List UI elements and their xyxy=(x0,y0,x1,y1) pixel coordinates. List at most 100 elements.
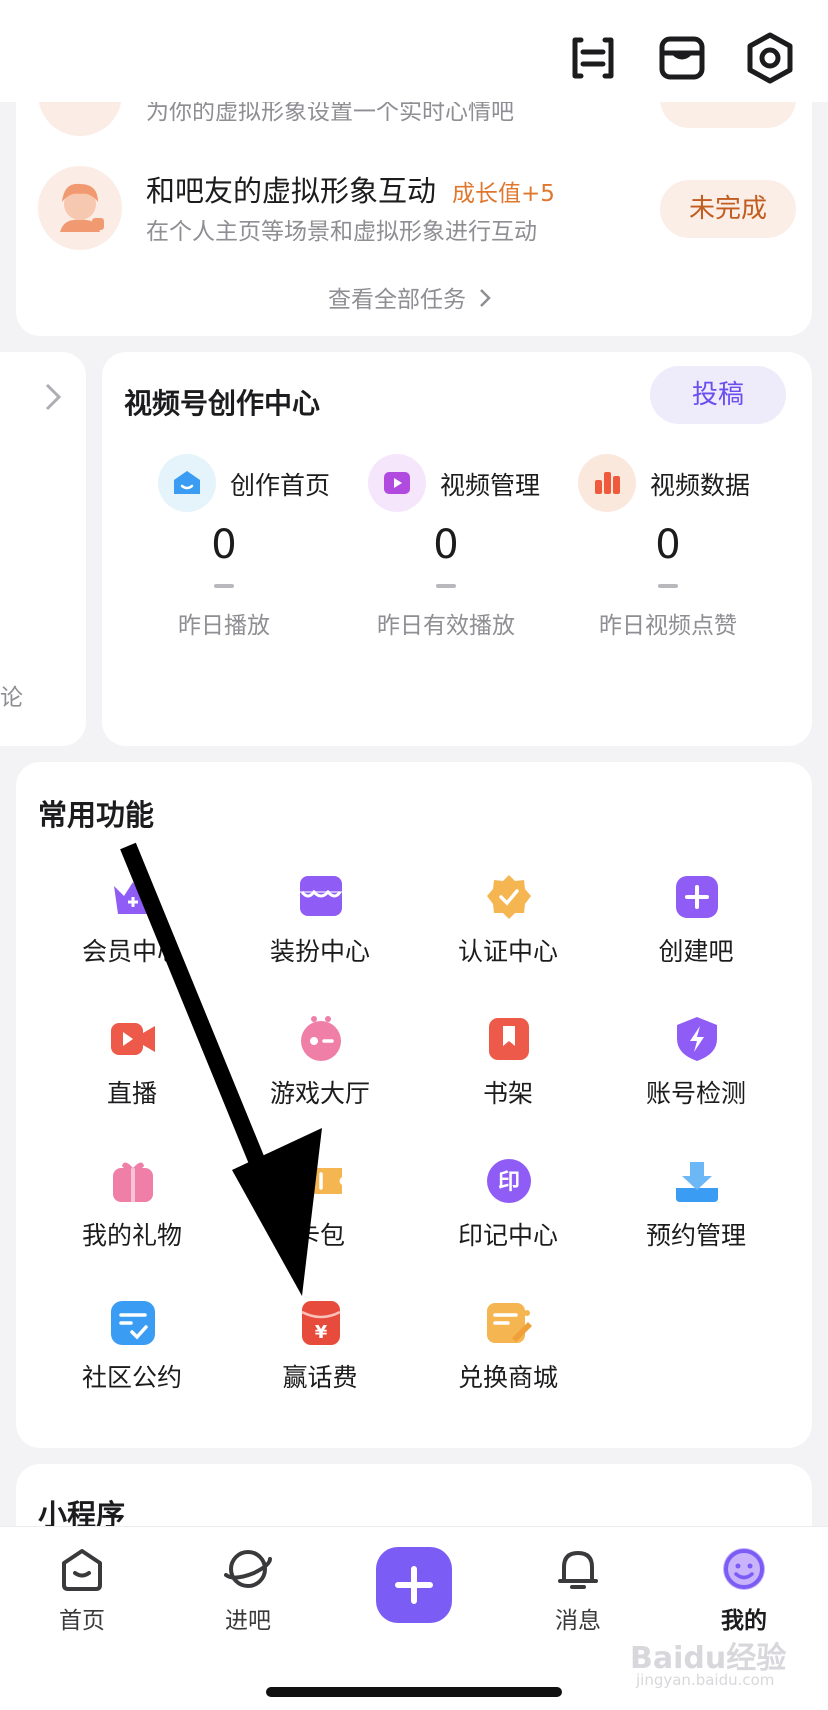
stat-divider xyxy=(214,584,234,588)
feature-member-center[interactable]: 会员中心 xyxy=(38,874,226,994)
feature-exchange-mall[interactable]: 兑换商城 xyxy=(414,1300,602,1420)
bottom-navigation: 首页 进吧 消息 我的 Baidu经验 jingyan.baidu.com xyxy=(0,1526,828,1710)
nav-home[interactable]: 首页 xyxy=(22,1545,142,1645)
feature-win-phone-credit[interactable]: ¥ 赢话费 xyxy=(226,1300,414,1420)
feature-account-check[interactable]: 账号检测 xyxy=(602,1016,790,1136)
left-partial-card[interactable]: 论 xyxy=(0,352,86,746)
stat-value: 0 xyxy=(211,522,237,568)
submit-button[interactable]: 投稿 xyxy=(650,366,786,424)
svg-text:¥: ¥ xyxy=(315,1322,328,1343)
feature-card-wallet[interactable]: 卡包 xyxy=(226,1158,414,1278)
stat-divider xyxy=(658,584,678,588)
feature-label: 装扮中心 xyxy=(269,937,370,966)
section-title: 常用功能 xyxy=(38,798,155,832)
chevron-right-icon xyxy=(44,382,62,416)
home-indicator[interactable] xyxy=(266,1687,562,1697)
stat-label: 昨日有效播放 xyxy=(377,613,515,639)
stat-value: 0 xyxy=(433,522,459,568)
gift-icon xyxy=(110,1158,156,1204)
feature-create-bar[interactable]: 创建吧 xyxy=(602,874,790,994)
store-box-icon[interactable] xyxy=(654,30,710,86)
view-all-tasks-link[interactable]: 查看全部任务 xyxy=(328,280,492,314)
feature-my-gifts[interactable]: 我的礼物 xyxy=(38,1158,226,1278)
feature-label: 赢话费 xyxy=(282,1363,358,1392)
feature-label: 创建吧 xyxy=(658,937,734,966)
feature-game-hall[interactable]: 游戏大厅 xyxy=(226,1016,414,1136)
creator-center-card: 视频号创作中心 投稿 创作首页 视频管理 视频数据 0 昨日播放 0 昨日有效播… xyxy=(102,352,812,746)
nav-label: 消息 xyxy=(555,1608,601,1634)
stat-divider xyxy=(436,584,456,588)
nav-label: 我的 xyxy=(721,1608,767,1634)
ticket-icon xyxy=(298,1158,344,1204)
verified-badge-icon xyxy=(486,874,532,920)
video-manage-icon xyxy=(368,454,426,512)
common-features-card: 常用功能 会员中心 装扮中心 认证中心 创建吧 直播 游戏大厅 书架 账号检测 … xyxy=(16,762,812,1448)
plus-icon xyxy=(395,1566,433,1604)
task-subtitle: 在个人主页等场景和虚拟形象进行互动 xyxy=(146,219,537,245)
feature-label: 账号检测 xyxy=(645,1079,746,1108)
creator-title: 视频号创作中心 xyxy=(124,387,321,420)
video-data-link[interactable]: 视频数据 xyxy=(578,454,778,512)
nav-messages[interactable]: 消息 xyxy=(518,1545,638,1645)
feature-label: 预约管理 xyxy=(645,1221,746,1250)
feature-live[interactable]: 直播 xyxy=(38,1016,226,1136)
gamepad-icon xyxy=(298,1016,344,1062)
feature-label: 游戏大厅 xyxy=(269,1079,370,1108)
feature-label: 卡包 xyxy=(294,1221,345,1250)
planet-icon xyxy=(224,1545,272,1593)
home-tab-icon xyxy=(58,1545,106,1593)
nav-label: 进吧 xyxy=(225,1608,271,1634)
stat-label: 昨日播放 xyxy=(178,613,270,639)
task-status-button[interactable]: 未完成 xyxy=(660,180,796,238)
feature-dressup-center[interactable]: 装扮中心 xyxy=(226,874,414,994)
home-icon xyxy=(158,454,216,512)
task-bonus: 成长值+5 xyxy=(452,181,555,207)
chevron-right-icon xyxy=(479,288,492,314)
publish-plus-button[interactable] xyxy=(376,1547,452,1623)
view-all-label: 查看全部任务 xyxy=(328,287,466,313)
plus-square-icon xyxy=(674,874,720,920)
shield-bolt-icon xyxy=(674,1016,720,1062)
feature-reservation-manage[interactable]: 预约管理 xyxy=(602,1158,790,1278)
feature-label: 兑换商城 xyxy=(457,1363,558,1392)
creator-home-link[interactable]: 创作首页 xyxy=(158,454,358,512)
nav-mine[interactable]: 我的 xyxy=(684,1545,804,1645)
video-manage-link[interactable]: 视频管理 xyxy=(368,454,568,512)
smiley-icon xyxy=(720,1545,768,1593)
creator-link-label: 创作首页 xyxy=(230,471,331,500)
feature-label: 会员中心 xyxy=(81,937,182,966)
feature-label: 直播 xyxy=(106,1079,157,1108)
bookmark-icon xyxy=(486,1016,532,1062)
feature-label: 书架 xyxy=(482,1079,533,1108)
crown-icon xyxy=(110,874,156,920)
feature-label: 认证中心 xyxy=(457,937,558,966)
feature-seal-center[interactable]: 印 印记中心 xyxy=(414,1158,602,1278)
settings-icon[interactable] xyxy=(742,30,798,86)
feature-community-rules[interactable]: 社区公约 xyxy=(38,1300,226,1420)
creator-link-label: 视频管理 xyxy=(440,471,541,500)
video-camera-icon xyxy=(110,1016,156,1062)
feature-verification-center[interactable]: 认证中心 xyxy=(414,874,602,994)
bar-chart-icon xyxy=(578,454,636,512)
download-tray-icon xyxy=(674,1158,720,1204)
exchange-note-icon xyxy=(486,1300,532,1346)
watermark-url: jingyan.baidu.com xyxy=(636,1671,775,1689)
scan-icon[interactable] xyxy=(565,30,621,86)
interact-avatar xyxy=(38,166,122,250)
feature-label: 我的礼物 xyxy=(81,1221,182,1250)
nav-label: 首页 xyxy=(59,1608,105,1634)
red-envelope-icon: ¥ xyxy=(298,1300,344,1346)
checklist-icon xyxy=(110,1300,156,1346)
task-title: 和吧友的虚拟形象互动 xyxy=(146,174,437,208)
feature-label: 社区公约 xyxy=(81,1363,182,1392)
creator-link-label: 视频数据 xyxy=(650,471,751,500)
stat-value: 0 xyxy=(655,522,681,568)
top-bar xyxy=(0,0,828,102)
stat-label: 昨日视频点赞 xyxy=(599,613,737,639)
box-icon xyxy=(298,874,344,920)
feature-label: 印记中心 xyxy=(457,1221,558,1250)
seal-icon: 印 xyxy=(486,1158,532,1204)
nav-enter-bar[interactable]: 进吧 xyxy=(188,1545,308,1645)
feature-bookshelf[interactable]: 书架 xyxy=(414,1016,602,1136)
bell-icon xyxy=(554,1545,602,1593)
